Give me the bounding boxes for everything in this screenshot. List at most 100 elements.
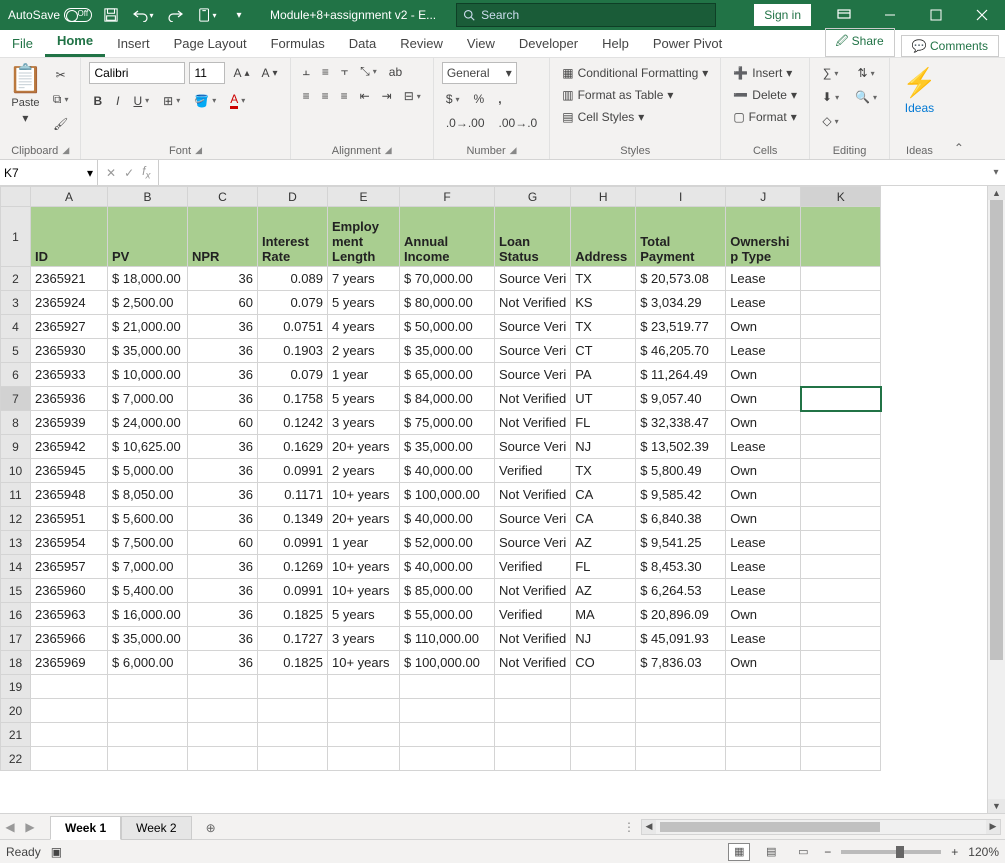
- undo-icon[interactable]: ▾: [130, 2, 156, 28]
- tab-data[interactable]: Data: [337, 32, 388, 57]
- data-cell[interactable]: Not Verified: [495, 387, 571, 411]
- data-cell[interactable]: [801, 363, 881, 387]
- data-cell[interactable]: [801, 291, 881, 315]
- row-header[interactable]: 19: [1, 675, 31, 699]
- tab-review[interactable]: Review: [388, 32, 455, 57]
- scroll-up-icon[interactable]: ▲: [988, 186, 1005, 200]
- data-cell[interactable]: [801, 459, 881, 483]
- data-cell[interactable]: Own: [726, 483, 801, 507]
- row-header[interactable]: 9: [1, 435, 31, 459]
- header-cell[interactable]: AnnualIncome: [400, 207, 495, 267]
- data-cell[interactable]: [495, 723, 571, 747]
- data-cell[interactable]: 1 year: [328, 531, 400, 555]
- next-sheet-icon[interactable]: ▶: [20, 816, 40, 838]
- increase-indent-icon[interactable]: ⇥: [378, 87, 396, 105]
- dialog-launcher-icon[interactable]: ◢: [510, 145, 517, 157]
- formula-input[interactable]: [159, 160, 987, 185]
- delete-cells-button[interactable]: ➖Delete▾: [729, 86, 801, 104]
- data-cell[interactable]: 0.1903: [258, 339, 328, 363]
- data-cell[interactable]: [726, 747, 801, 771]
- data-cell[interactable]: Own: [726, 411, 801, 435]
- data-cell[interactable]: 2365960: [31, 579, 108, 603]
- data-cell[interactable]: 2365951: [31, 507, 108, 531]
- data-cell[interactable]: [400, 747, 495, 771]
- col-header[interactable]: J: [726, 187, 801, 207]
- horizontal-scrollbar[interactable]: ◀ ▶: [641, 819, 1001, 835]
- data-cell[interactable]: 36: [188, 483, 258, 507]
- data-cell[interactable]: $ 20,896.09: [636, 603, 726, 627]
- data-cell[interactable]: [636, 747, 726, 771]
- data-cell[interactable]: Source Veri: [495, 531, 571, 555]
- bold-icon[interactable]: B: [89, 92, 106, 110]
- data-cell[interactable]: [801, 387, 881, 411]
- data-cell[interactable]: Own: [726, 363, 801, 387]
- data-cell[interactable]: [31, 747, 108, 771]
- format-as-table-button[interactable]: ▥Format as Table▾: [558, 86, 677, 104]
- col-header[interactable]: C: [188, 187, 258, 207]
- touch-mode-icon[interactable]: ▾: [194, 2, 220, 28]
- paste-button[interactable]: 📋 Paste ▾: [8, 62, 43, 125]
- data-cell[interactable]: $ 5,000.00: [108, 459, 188, 483]
- data-cell[interactable]: KS: [571, 291, 636, 315]
- data-cell[interactable]: 0.1269: [258, 555, 328, 579]
- data-cell[interactable]: $ 6,000.00: [108, 651, 188, 675]
- find-select-icon[interactable]: 🔍 ▾: [851, 88, 881, 106]
- data-cell[interactable]: $ 55,000.00: [400, 603, 495, 627]
- col-header[interactable]: K: [801, 187, 881, 207]
- data-cell[interactable]: Verified: [495, 603, 571, 627]
- dialog-launcher-icon[interactable]: ◢: [62, 145, 69, 157]
- header-cell[interactable]: Address: [571, 207, 636, 267]
- macro-record-icon[interactable]: ▣: [51, 845, 62, 859]
- data-cell[interactable]: 0.0751: [258, 315, 328, 339]
- data-cell[interactable]: Not Verified: [495, 651, 571, 675]
- data-cell[interactable]: [108, 747, 188, 771]
- data-cell[interactable]: Source Veri: [495, 435, 571, 459]
- data-cell[interactable]: TX: [571, 267, 636, 291]
- decrease-indent-icon[interactable]: ⇤: [356, 87, 374, 105]
- data-cell[interactable]: 20+ years: [328, 507, 400, 531]
- tab-powerpivot[interactable]: Power Pivot: [641, 32, 734, 57]
- data-cell[interactable]: PA: [571, 363, 636, 387]
- col-header[interactable]: H: [571, 187, 636, 207]
- data-cell[interactable]: $ 84,000.00: [400, 387, 495, 411]
- data-cell[interactable]: [636, 675, 726, 699]
- ribbon-display-options-icon[interactable]: [821, 0, 867, 30]
- col-header[interactable]: I: [636, 187, 726, 207]
- row-header[interactable]: 4: [1, 315, 31, 339]
- data-cell[interactable]: 2365948: [31, 483, 108, 507]
- data-cell[interactable]: TX: [571, 459, 636, 483]
- data-cell[interactable]: Source Veri: [495, 507, 571, 531]
- view-page-break-icon[interactable]: ▭: [792, 843, 814, 861]
- data-cell[interactable]: [801, 675, 881, 699]
- data-cell[interactable]: $ 40,000.00: [400, 507, 495, 531]
- data-cell[interactable]: 2365930: [31, 339, 108, 363]
- cell-styles-button[interactable]: ▤Cell Styles▾: [558, 108, 648, 126]
- data-cell[interactable]: UT: [571, 387, 636, 411]
- tab-pagelayout[interactable]: Page Layout: [162, 32, 259, 57]
- tab-developer[interactable]: Developer: [507, 32, 590, 57]
- data-cell[interactable]: FL: [571, 411, 636, 435]
- sheet-tab-active[interactable]: Week 1: [50, 816, 121, 840]
- data-cell[interactable]: $ 35,000.00: [400, 435, 495, 459]
- data-cell[interactable]: [258, 699, 328, 723]
- data-cell[interactable]: [328, 723, 400, 747]
- data-cell[interactable]: $ 8,050.00: [108, 483, 188, 507]
- data-cell[interactable]: FL: [571, 555, 636, 579]
- data-cell[interactable]: 2365936: [31, 387, 108, 411]
- col-header[interactable]: A: [31, 187, 108, 207]
- tab-split-icon[interactable]: ⋮: [623, 820, 641, 834]
- data-cell[interactable]: Lease: [726, 267, 801, 291]
- data-cell[interactable]: [258, 675, 328, 699]
- data-cell[interactable]: $ 23,519.77: [636, 315, 726, 339]
- data-cell[interactable]: $ 100,000.00: [400, 651, 495, 675]
- data-cell[interactable]: $ 6,840.38: [636, 507, 726, 531]
- scroll-left-icon[interactable]: ◀: [642, 820, 656, 834]
- scroll-down-icon[interactable]: ▼: [988, 799, 1005, 813]
- data-cell[interactable]: 2365945: [31, 459, 108, 483]
- zoom-in-icon[interactable]: +: [951, 845, 958, 859]
- data-cell[interactable]: 5 years: [328, 603, 400, 627]
- increase-font-icon[interactable]: A▴: [229, 64, 253, 82]
- border-icon[interactable]: ⊞ ▾: [159, 92, 184, 110]
- data-cell[interactable]: [400, 699, 495, 723]
- collapse-ribbon-icon[interactable]: ⌃: [949, 58, 969, 159]
